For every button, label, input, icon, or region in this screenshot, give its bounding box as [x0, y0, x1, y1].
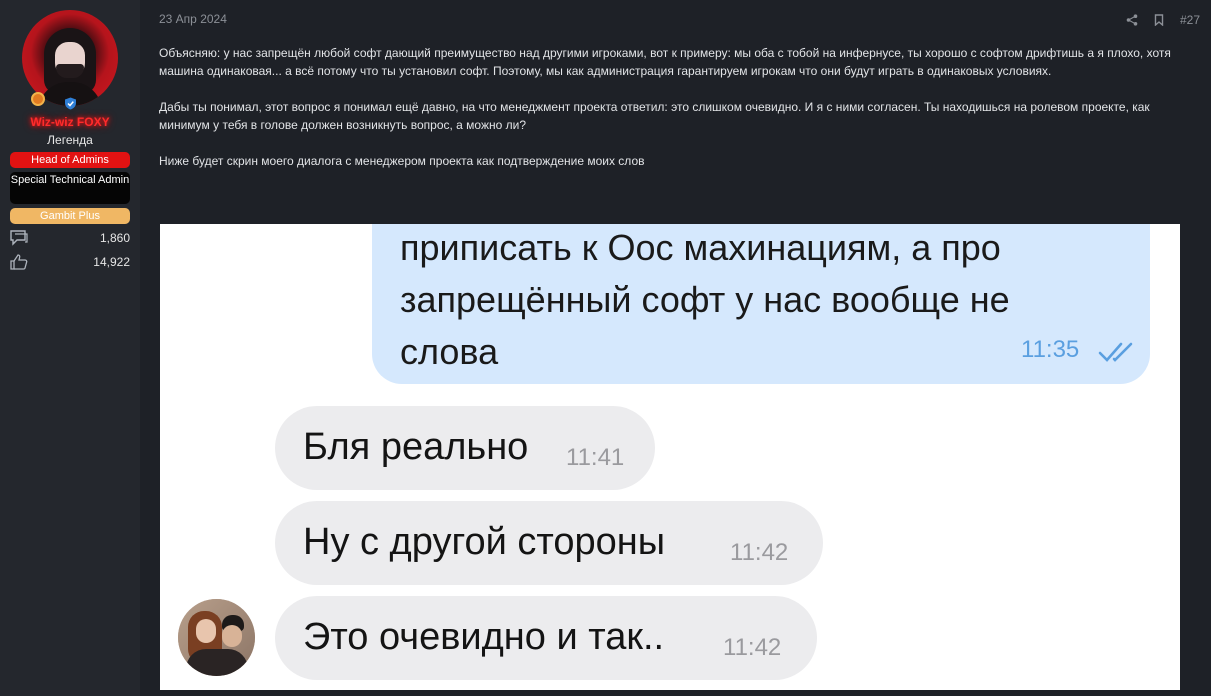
outgoing-message-line: слова [400, 331, 499, 372]
share-icon[interactable] [1126, 14, 1138, 26]
banner-gambit-plus: Gambit Plus [10, 208, 130, 224]
post-date[interactable]: 23 Апр 2024 [159, 12, 227, 26]
banner-head-of-admins: Head of Admins [10, 152, 130, 168]
outgoing-message-text: приписать к Оос махинациям, а про запрещ… [400, 224, 1100, 378]
contact-avatar [178, 599, 255, 676]
outgoing-message-time: 11:35 [1021, 336, 1080, 363]
incoming-message-text: Ну с другой стороны [303, 521, 666, 563]
post-paragraph: Ниже будет скрин моего диалога с менедже… [159, 154, 645, 168]
incoming-message-time: 11:41 [566, 444, 625, 471]
username[interactable]: Wiz-wiz FOXY [0, 115, 140, 129]
reactions-stat: 14,922 [10, 254, 130, 270]
post-actions: #27 [1126, 12, 1200, 28]
bookmark-icon[interactable] [1154, 14, 1164, 26]
incoming-message-time: 11:42 [723, 634, 782, 661]
messages-stat: 1,860 [10, 230, 130, 246]
incoming-message-bubble: Это очевидно и так.. 11:42 [275, 596, 817, 680]
reactions-count: 14,922 [93, 255, 130, 269]
incoming-message-text: Бля реально [303, 426, 529, 468]
outgoing-message-line: запрещённый софт у нас вообще не [400, 279, 1010, 320]
post-body: Объясняю: у нас запрещён любой софт дающ… [159, 44, 1184, 188]
shield-icon [65, 97, 76, 110]
user-title: Легенда [47, 133, 93, 147]
incoming-message-bubble: Бля реально 11:41 [275, 406, 655, 490]
incoming-message-bubble: Ну с другой стороны 11:42 [275, 501, 823, 585]
medal-icon [31, 92, 45, 106]
outgoing-message-line: приписать к Оос махинациям, а про [400, 227, 1001, 268]
incoming-message-time: 11:42 [730, 539, 789, 566]
attached-chat-screenshot[interactable]: приписать к Оос махинациям, а про запрещ… [160, 224, 1180, 690]
post-paragraph: Дабы ты понимал, этот вопрос я понимал е… [159, 100, 1150, 132]
user-sidebar: Wiz-wiz FOXY Легенда Head of Admins Spec… [0, 0, 140, 696]
incoming-message-text: Это очевидно и так.. [303, 616, 665, 658]
post-paragraph: Объясняю: у нас запрещён любой софт дающ… [159, 46, 1171, 78]
messages-icon [10, 230, 28, 246]
double-check-icon [1098, 342, 1133, 362]
post-number-link[interactable]: #27 [1180, 13, 1200, 27]
banner-special-technical-admin: Special Technical Admin [10, 172, 130, 204]
thumbs-up-icon [10, 254, 28, 270]
messages-count: 1,860 [99, 231, 130, 245]
